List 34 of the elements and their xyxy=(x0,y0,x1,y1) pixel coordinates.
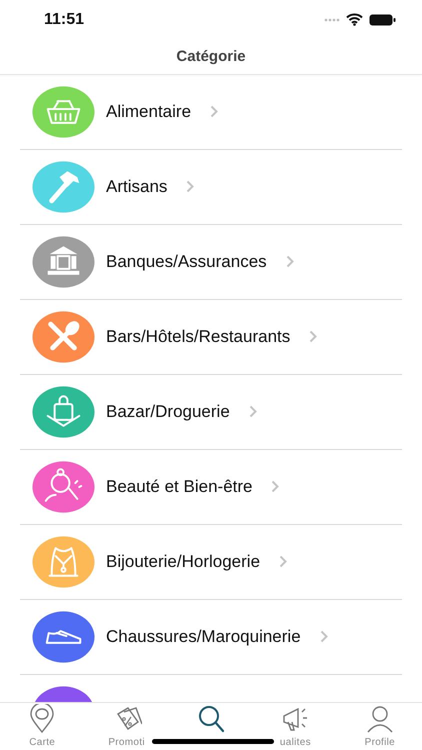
chevron-right-icon xyxy=(186,180,194,194)
chevron-right-icon xyxy=(279,555,288,568)
bank-icon xyxy=(32,236,95,288)
category-label[interactable]: Bars/Hôtels/Restaurants xyxy=(106,326,290,347)
chevron-right-icon xyxy=(248,405,257,418)
search-icon xyxy=(196,704,226,734)
basket-icon xyxy=(32,86,95,138)
signal-icon xyxy=(324,18,340,22)
chevron-right-icon xyxy=(309,330,318,344)
tab-bar-item[interactable]: Carte xyxy=(0,703,84,750)
status-time: 11:51 xyxy=(44,10,84,29)
wifi-icon xyxy=(346,13,363,26)
category-label[interactable]: Banques/Assurances xyxy=(106,252,267,272)
chevron-right-icon xyxy=(210,105,218,118)
chevron-right-icon xyxy=(271,480,280,494)
tab-bar-item[interactable]: Promoti xyxy=(84,703,169,750)
category-label[interactable]: Chaussures/Maroquinerie xyxy=(106,626,301,647)
category-label[interactable]: Artisans xyxy=(106,176,168,197)
battery-icon xyxy=(369,14,396,26)
category-label[interactable]: Alimentaire xyxy=(106,102,192,122)
category-label[interactable]: Bazar/Droguerie xyxy=(106,402,230,422)
chevron-right-icon xyxy=(286,255,294,268)
tab-bar-item[interactable]: ualites xyxy=(253,703,338,750)
chevron-right-icon xyxy=(320,630,328,644)
screen-title: Catégorie xyxy=(176,48,246,66)
category-label[interactable]: Bijouterie/Horlogerie xyxy=(106,552,260,572)
person-icon xyxy=(364,704,395,734)
necklace-icon xyxy=(32,536,95,588)
tab-bar-item[interactable]: Profile xyxy=(338,703,422,750)
cutlery-icon xyxy=(32,310,95,363)
shoe-icon xyxy=(32,610,95,663)
category-label[interactable]: Beauté et Bien-être xyxy=(106,476,252,497)
hammer-icon xyxy=(32,160,95,213)
bag-icon xyxy=(32,386,95,438)
